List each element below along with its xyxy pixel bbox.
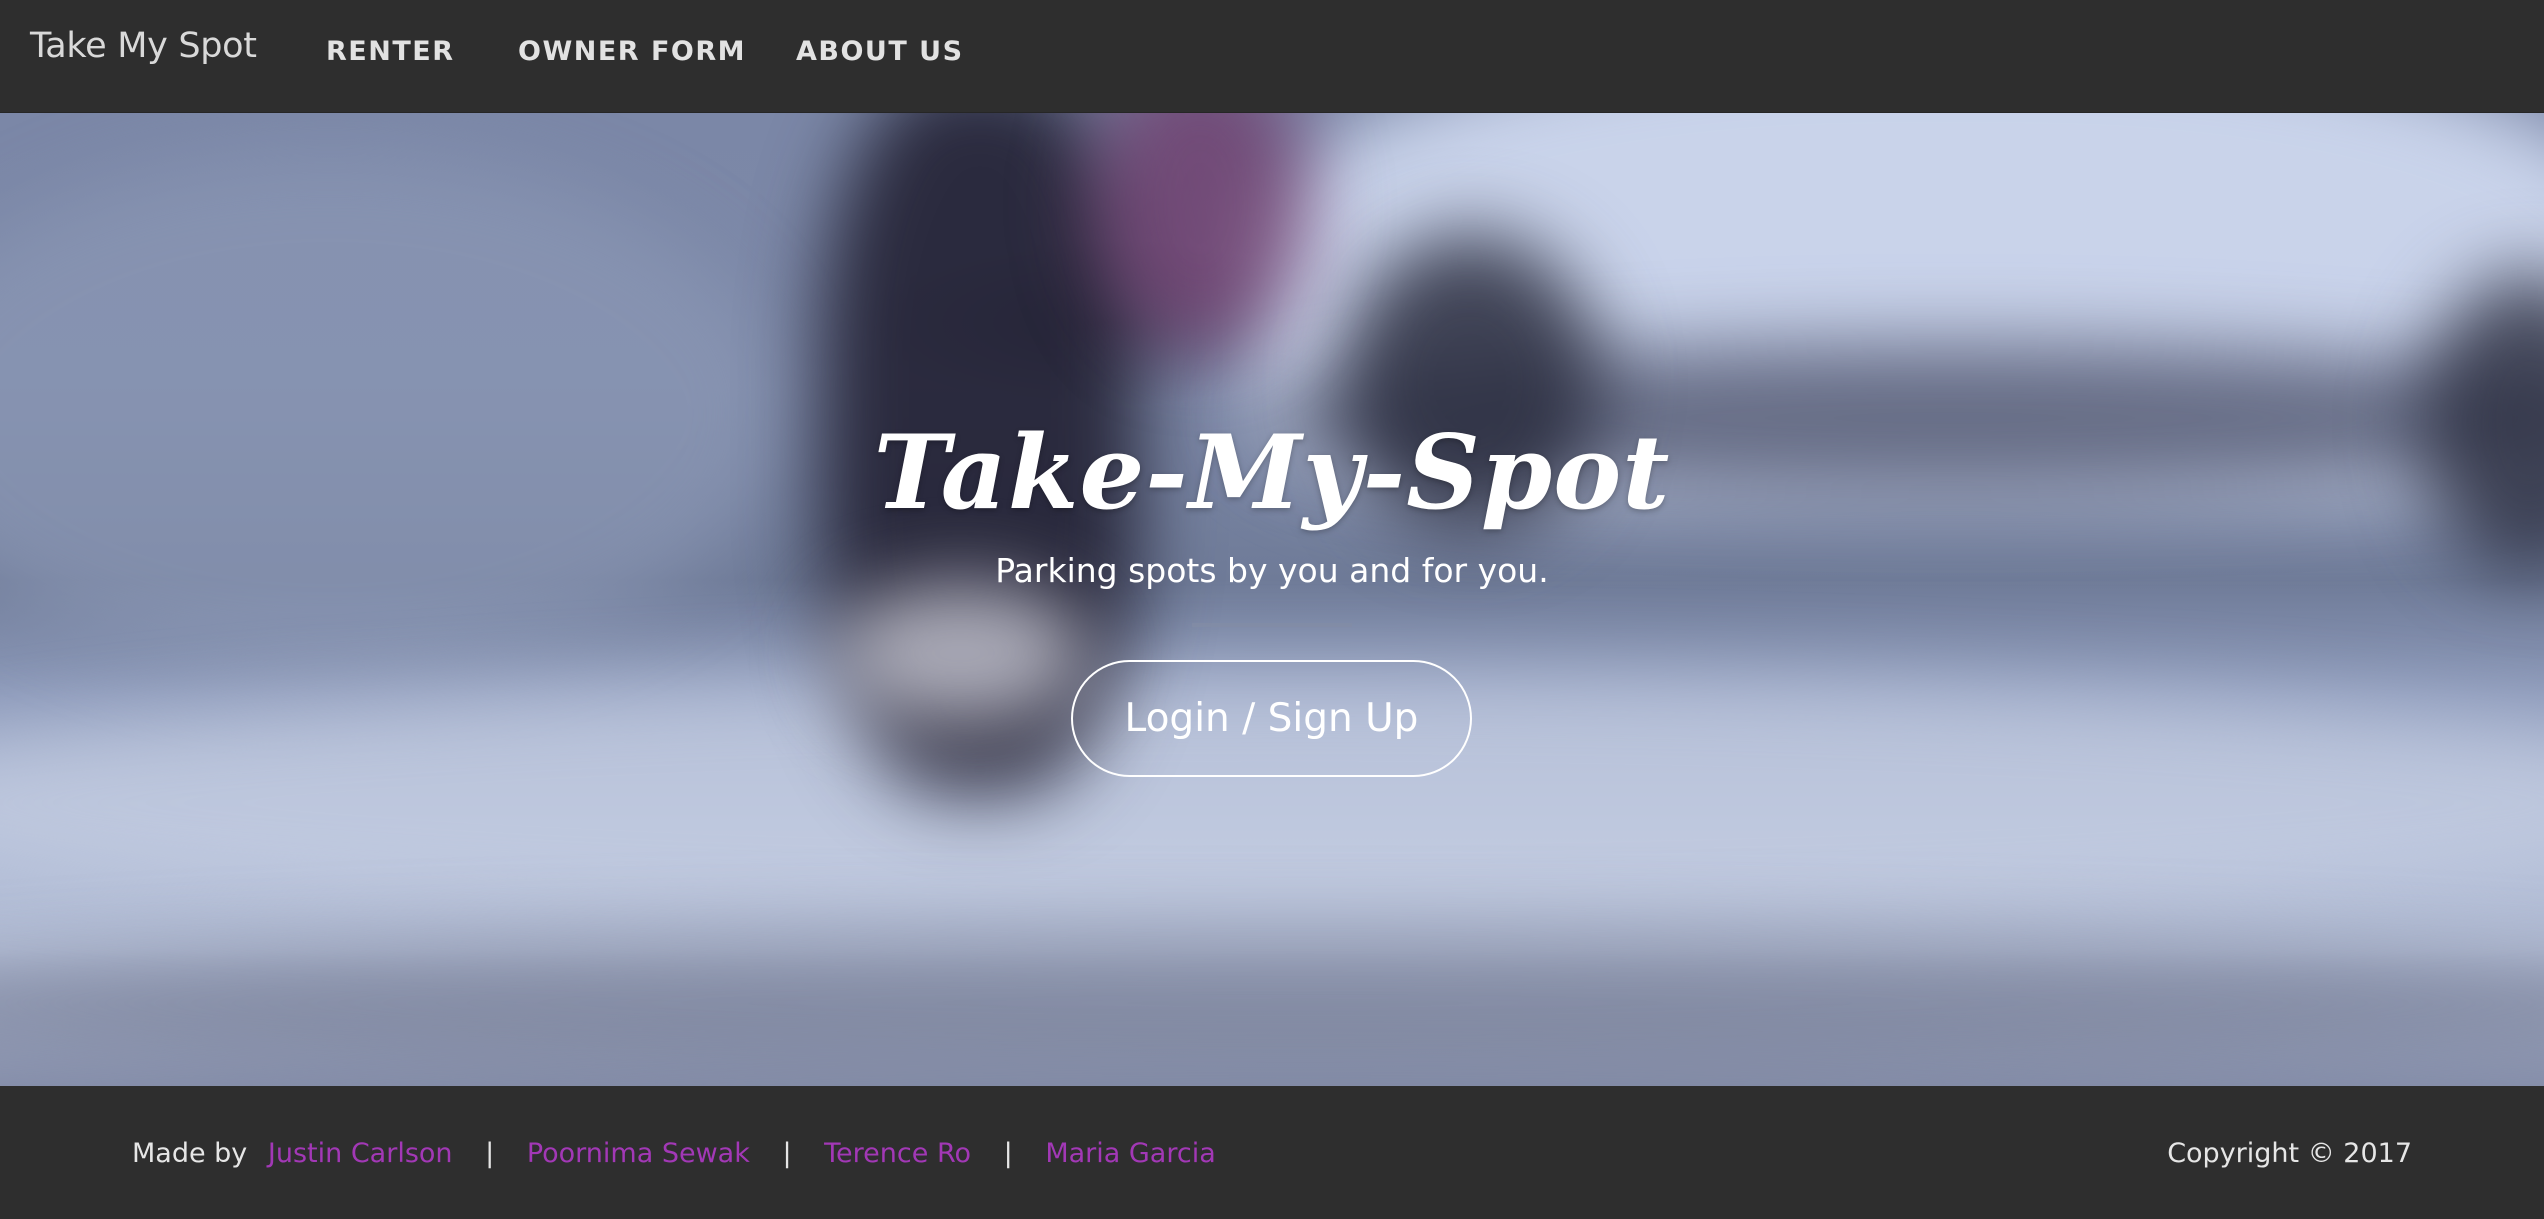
hero-title: Take-My-Spot: [873, 413, 1671, 533]
top-navbar: Take My Spot RENTER OWNER FORM ABOUT US: [0, 0, 2544, 113]
author-link-justin-carlson[interactable]: Justin Carlson: [268, 1138, 453, 1169]
author-link-terence-ro[interactable]: Terence Ro: [824, 1138, 971, 1169]
nav-link-renter[interactable]: RENTER: [326, 36, 454, 67]
author-link-poornima-sewak[interactable]: Poornima Sewak: [527, 1138, 750, 1169]
hero-subtitle: Parking spots by you and for you.: [995, 551, 1549, 590]
separator: |: [485, 1138, 495, 1169]
copyright-text: Copyright © 2017: [2167, 1138, 2412, 1169]
hero-divider: [1192, 623, 1352, 627]
hero-background-feet: [830, 583, 1090, 723]
made-by-label: Made by: [132, 1138, 248, 1169]
brand-link[interactable]: Take My Spot: [30, 26, 257, 66]
footer: Made by Justin Carlson | Poornima Sewak …: [0, 1086, 2544, 1219]
hero-section: Take-My-Spot Parking spots by you and fo…: [0, 113, 2544, 1086]
separator: |: [1003, 1138, 1013, 1169]
author-link-maria-garcia[interactable]: Maria Garcia: [1045, 1138, 1215, 1169]
separator: |: [782, 1138, 792, 1169]
nav-link-about-us[interactable]: ABOUT US: [796, 36, 964, 67]
login-signup-button[interactable]: Login / Sign Up: [1071, 660, 1472, 777]
footer-credits: Made by Justin Carlson | Poornima Sewak …: [132, 1138, 1216, 1169]
hero-background-blur: [0, 933, 2544, 1073]
nav-link-owner-form[interactable]: OWNER FORM: [518, 36, 746, 67]
